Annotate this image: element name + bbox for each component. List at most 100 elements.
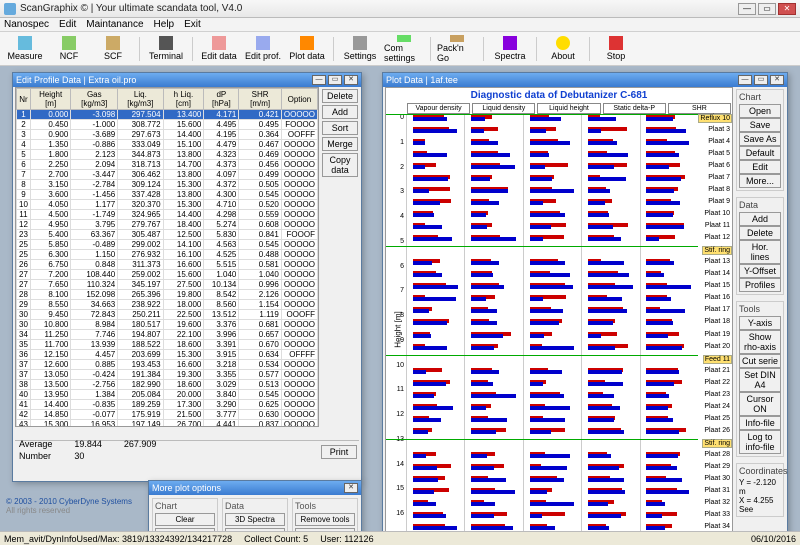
default-button[interactable]: Default bbox=[739, 146, 781, 160]
col-header[interactable]: SHR [m/m] bbox=[239, 89, 281, 110]
menu-maintanance[interactable]: Maintanance bbox=[86, 19, 143, 30]
more-button[interactable]: More... bbox=[739, 174, 781, 188]
save-button[interactable]: Save bbox=[739, 118, 781, 132]
col-header[interactable]: h Liq. [cm] bbox=[163, 89, 204, 110]
col-header[interactable]: Height [m] bbox=[30, 89, 70, 110]
delete-button[interactable]: Delete bbox=[322, 89, 358, 103]
editdata-button[interactable]: Edit data bbox=[198, 34, 240, 64]
table-row[interactable]: 4315.30016.953197.14926.7004.4410.837OOO… bbox=[17, 420, 318, 428]
table-row[interactable]: 3713.050-0.424191.38419.3003.3550.577OOO… bbox=[17, 370, 318, 380]
table-row[interactable]: 3612.1504.457203.69915.3003.9150.634OFFF… bbox=[17, 350, 318, 360]
table-row[interactable]: 20.450-1.000308.77215.6004.4950.495FOOOO bbox=[17, 120, 318, 130]
table-row[interactable]: 3511.70013.939188.52218.6003.3910.670OOO… bbox=[17, 340, 318, 350]
col-header[interactable]: dP [hPa] bbox=[204, 89, 239, 110]
table-row[interactable]: 3010.8008.984180.51719.6003.3760.681OOOO… bbox=[17, 320, 318, 330]
options-titlebar[interactable]: More plot options ✕ bbox=[149, 481, 361, 495]
editprof-button[interactable]: Edit prof. bbox=[242, 34, 284, 64]
menu-edit[interactable]: Edit bbox=[59, 19, 76, 30]
packngo-button[interactable]: Pack'n Go bbox=[436, 34, 478, 64]
close-button[interactable]: ✕ bbox=[778, 3, 796, 15]
print-button[interactable]: Print bbox=[321, 445, 357, 459]
scf-button[interactable]: SCF bbox=[92, 34, 134, 64]
plot-titlebar[interactable]: Plot Data | 1af.tee — ▭ ✕ bbox=[383, 73, 787, 87]
spectra-button[interactable]: Spectra bbox=[489, 34, 531, 64]
table-row[interactable]: 93.600-1.456337.42813.8004.3000.545OOOOO bbox=[17, 190, 318, 200]
merge-button[interactable]: Merge bbox=[322, 137, 358, 151]
hor-button[interactable]: Hor. lines bbox=[739, 240, 781, 264]
table-row[interactable]: 62.2502.094318.71314.7004.3730.456OOOOO bbox=[17, 160, 318, 170]
menu-help[interactable]: Help bbox=[154, 19, 175, 30]
plotdata-button[interactable]: Plot data bbox=[286, 34, 328, 64]
menu-exit[interactable]: Exit bbox=[184, 19, 201, 30]
profiles-button[interactable]: Profiles bbox=[739, 278, 781, 292]
add-button[interactable]: Add bbox=[322, 105, 358, 119]
profile-max-button[interactable]: ▭ bbox=[328, 75, 342, 85]
cursor-button[interactable]: Cursor ON bbox=[739, 392, 781, 416]
options-close-button[interactable]: ✕ bbox=[344, 483, 358, 493]
ncf-button[interactable]: NCF bbox=[48, 34, 90, 64]
settings-button[interactable]: Settings bbox=[339, 34, 381, 64]
table-row[interactable]: 3813.500-2.756182.99018.6003.0290.513OOO… bbox=[17, 380, 318, 390]
dina4-button[interactable]: Set DIN A4 bbox=[739, 368, 781, 392]
plot-area[interactable]: Diagnostic data of Debutanizer C-681 Vap… bbox=[385, 87, 733, 531]
table-row[interactable]: 30.900-3.689297.67314.4004.1950.364OOFFF bbox=[17, 130, 318, 140]
table-row[interactable]: 83.150-2.784309.12415.3004.3720.505OOOOO bbox=[17, 180, 318, 190]
terminal-button[interactable]: Terminal bbox=[145, 34, 187, 64]
-d-spectra-button[interactable]: 3D Spectra bbox=[225, 513, 285, 526]
comset-button[interactable]: Com settings bbox=[383, 34, 425, 64]
table-row[interactable]: 3712.6000.885193.45316.6003.2180.534OOOO… bbox=[17, 360, 318, 370]
copy-data-button[interactable]: Copy data bbox=[322, 153, 358, 177]
table-row[interactable]: 256.3001.150276.93216.1004.5250.488OOOOO bbox=[17, 250, 318, 260]
table-row[interactable]: 4114.400-0.835189.25917.3003.2900.625OOO… bbox=[17, 400, 318, 410]
col-header[interactable]: Nr bbox=[17, 89, 31, 110]
profile-close-button[interactable]: ✕ bbox=[344, 75, 358, 85]
table-row[interactable]: 104.0501.177320.37015.3004.7100.520OOOOO bbox=[17, 200, 318, 210]
maximize-button[interactable]: ▭ bbox=[758, 3, 776, 15]
profile-titlebar[interactable]: Edit Profile Data | Extra oil.pro — ▭ ✕ bbox=[13, 73, 361, 87]
menu-nanospec[interactable]: Nanospec bbox=[4, 19, 49, 30]
plot-min-button[interactable]: — bbox=[738, 75, 752, 85]
remove-tools-button[interactable]: Remove tools bbox=[295, 513, 355, 526]
table-row[interactable]: 4214.850-0.077175.91921.5003.7770.630OOO… bbox=[17, 410, 318, 420]
table-row[interactable]: 277.200108.440259.00215.6001.0401.040OOO… bbox=[17, 270, 318, 280]
table-row[interactable]: 10.000-3.098297.50413.4004.1710.421OOOOO bbox=[17, 110, 318, 120]
table-row[interactable]: 3411.2507.746194.80722.1003.9960.657OOOO… bbox=[17, 330, 318, 340]
showrho-button[interactable]: Show rho-axis bbox=[739, 330, 781, 354]
loginfo-button[interactable]: Log to info-file bbox=[739, 430, 781, 454]
table-row[interactable]: 72.700-3.447306.46213.8004.0970.499OOOOO bbox=[17, 170, 318, 180]
table-row[interactable]: 41.350-0.886333.04915.1004.4790.467OOOOO bbox=[17, 140, 318, 150]
clear-button[interactable]: Clear bbox=[155, 513, 215, 526]
about-button[interactable]: About bbox=[542, 34, 584, 64]
yaxis-button[interactable]: Y-axis bbox=[739, 316, 781, 330]
profile-grid[interactable]: NrHeight [m]Gas [kg/m3]Liq. [kg/m3]h Liq… bbox=[15, 87, 319, 427]
add-button[interactable]: Add bbox=[739, 212, 781, 226]
table-row[interactable]: 309.45072.843250.21122.50013.5121.119OOO… bbox=[17, 310, 318, 320]
edit-button[interactable]: Edit bbox=[739, 160, 781, 174]
table-row[interactable]: 235.40063.367305.48712.5005.8300.841FOOO… bbox=[17, 230, 318, 240]
plot-close-button[interactable]: ✕ bbox=[770, 75, 784, 85]
delete-button[interactable]: Delete bbox=[739, 226, 781, 240]
minimize-button[interactable]: — bbox=[738, 3, 756, 15]
table-row[interactable]: 51.8002.123344.87313.8004.3230.469OOOOO bbox=[17, 150, 318, 160]
table-row[interactable]: 277.650110.324345.19727.50010.1340.996OO… bbox=[17, 280, 318, 290]
infofile-button[interactable]: Info-file bbox=[739, 416, 781, 430]
cutserie-button[interactable]: Cut serie bbox=[739, 354, 781, 368]
open-button[interactable]: Open bbox=[739, 104, 781, 118]
col-header[interactable]: Gas [kg/m3] bbox=[71, 89, 118, 110]
table-row[interactable]: 4013.9501.384205.08420.0003.8400.545OOOO… bbox=[17, 390, 318, 400]
table-row[interactable]: 266.7500.848311.37316.6005.5150.581OOOOO bbox=[17, 260, 318, 270]
measure-button[interactable]: Measure bbox=[4, 34, 46, 64]
saveas-button[interactable]: Save As bbox=[739, 132, 781, 146]
yoff-button[interactable]: Y-Offset bbox=[739, 264, 781, 278]
plot-max-button[interactable]: ▭ bbox=[754, 75, 768, 85]
col-header[interactable]: Option bbox=[281, 89, 317, 110]
table-row[interactable]: 298.55034.663238.92218.0008.5601.154OOOO… bbox=[17, 300, 318, 310]
profile-min-button[interactable]: — bbox=[312, 75, 326, 85]
col-header[interactable]: Liq. [kg/m3] bbox=[118, 89, 163, 110]
table-row[interactable]: 114.500-1.749324.96514.4004.2980.559OOOO… bbox=[17, 210, 318, 220]
stop-button[interactable]: Stop bbox=[595, 34, 637, 64]
table-row[interactable]: 124.9503.795279.76718.4005.2740.608OOOOO bbox=[17, 220, 318, 230]
sort-button[interactable]: Sort bbox=[322, 121, 358, 135]
table-row[interactable]: 288.100152.098265.39619.8008.5422.126OOO… bbox=[17, 290, 318, 300]
table-row[interactable]: 255.850-0.489299.00214.1004.5630.545OOOO… bbox=[17, 240, 318, 250]
